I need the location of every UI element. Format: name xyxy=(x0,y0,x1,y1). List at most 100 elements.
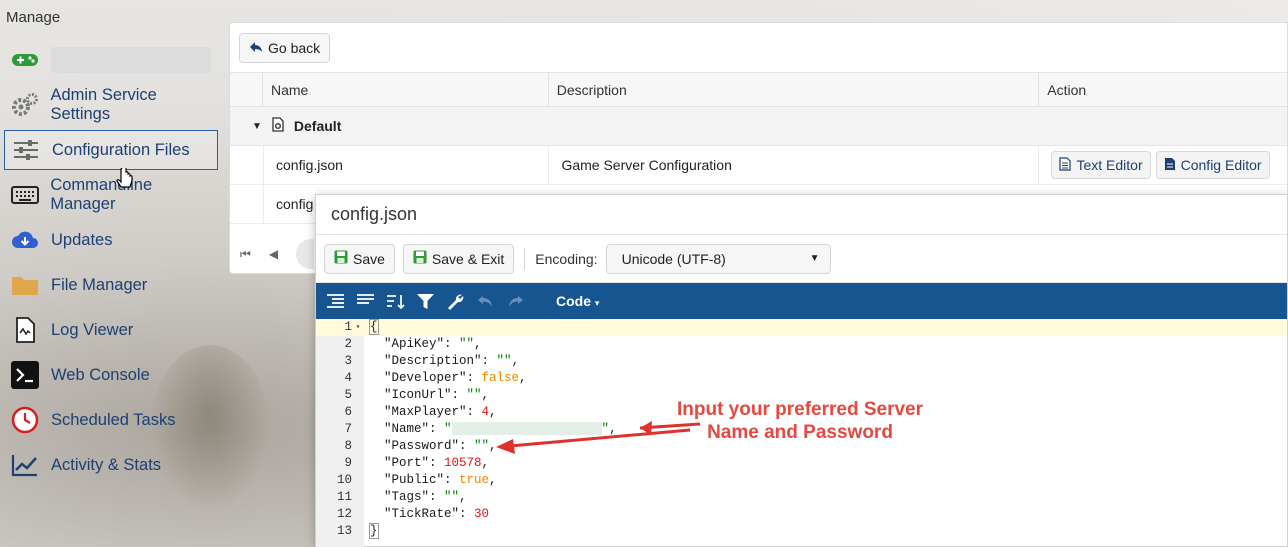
code-line[interactable]: 13} xyxy=(316,523,1287,540)
code-token: , xyxy=(609,422,617,436)
sidebar-item-admin-service-settings[interactable]: Admin Service Settings xyxy=(4,85,218,125)
text-editor-button[interactable]: Text Editor xyxy=(1051,151,1151,179)
code-token: : xyxy=(459,507,475,521)
go-back-button[interactable]: Go back xyxy=(239,32,331,63)
redo-icon[interactable] xyxy=(506,292,525,311)
group-row-default[interactable]: ▼ Default xyxy=(230,107,1287,146)
first-page-icon[interactable]: ⏮ xyxy=(240,247,251,262)
code-token: "MaxPlayer" xyxy=(384,405,467,419)
code-token: , xyxy=(474,337,482,351)
sidebar-item-file-manager[interactable]: File Manager xyxy=(4,265,218,305)
column-header-description[interactable]: Description xyxy=(547,73,1039,106)
sidebar-item-web-console[interactable]: Web Console xyxy=(4,355,218,395)
sidebar-item-label: Log Viewer xyxy=(51,320,134,339)
code-token: 4 xyxy=(481,405,490,419)
save-button[interactable]: Save xyxy=(324,243,395,274)
line-number: 5 xyxy=(344,388,352,402)
code-token: true xyxy=(459,473,490,487)
sliders-icon xyxy=(11,137,41,163)
encoding-select[interactable]: Unicode (UTF-8) ▼ xyxy=(605,243,831,274)
line-number: 10 xyxy=(336,473,352,487)
page-number-pill[interactable] xyxy=(296,239,315,269)
redacted-server-name xyxy=(451,422,602,436)
sidebar-item-label: Scheduled Tasks xyxy=(51,410,176,429)
code-toolbar: Code ▾ xyxy=(316,283,1287,319)
code-token: "TickRate" xyxy=(384,507,460,521)
code-line[interactable]: 2 "ApiKey": "", xyxy=(316,336,1287,353)
sidebar-item-updates[interactable]: Updates xyxy=(4,220,218,260)
code-line[interactable]: 9 "Port": 10578, xyxy=(316,455,1287,472)
code-token: "" xyxy=(444,490,460,504)
code-line[interactable]: 3 "Description": "", xyxy=(316,353,1287,370)
line-number: 12 xyxy=(336,507,352,521)
line-number: 11 xyxy=(336,490,352,504)
text-file-icon xyxy=(1059,156,1072,174)
save-icon xyxy=(413,250,427,267)
save-and-exit-button[interactable]: Save & Exit xyxy=(402,243,515,274)
sidebar-item-commandline-manager[interactable]: Commandline Manager xyxy=(4,175,218,215)
annotation-line-2: Name and Password xyxy=(707,422,893,443)
prev-page-icon[interactable]: ◀ xyxy=(269,247,278,261)
line-number: 6 xyxy=(344,405,352,419)
code-mode-label: Code xyxy=(556,293,591,309)
config-editor-button[interactable]: Config Editor xyxy=(1155,151,1270,179)
column-header-name[interactable]: Name xyxy=(261,73,548,106)
line-number: 1 xyxy=(344,320,352,334)
annotation-line-1: Input your preferred Server xyxy=(676,399,924,420)
sidebar-item-label: Commandline Manager xyxy=(50,176,153,213)
code-text: "Description": "", xyxy=(364,353,519,370)
code-line[interactable]: 10 "Public": true, xyxy=(316,472,1287,489)
code-token: } xyxy=(369,523,379,539)
code-token: 10578 xyxy=(444,456,482,470)
code-mode-menu[interactable]: Code ▾ xyxy=(556,293,599,309)
code-line[interactable]: 1 ▾ { xyxy=(316,319,1287,336)
code-line[interactable]: 12 "TickRate": 30 xyxy=(316,506,1287,523)
code-token: { xyxy=(369,319,379,335)
code-token: , xyxy=(459,490,467,504)
code-token: : xyxy=(429,422,445,436)
code-line[interactable]: 11 "Tags": "", xyxy=(316,489,1287,506)
grid-header-spacer xyxy=(230,73,262,106)
line-number: 8 xyxy=(344,439,352,453)
collapse-caret-icon[interactable]: ▼ xyxy=(252,121,262,132)
sidebar-item-activity-stats[interactable]: Activity & Stats xyxy=(4,445,218,485)
sidebar-item-label: Web Console xyxy=(51,365,150,384)
filter-icon[interactable] xyxy=(416,292,435,311)
sidebar-item-scheduled-tasks[interactable]: Scheduled Tasks xyxy=(4,400,218,440)
compact-icon[interactable] xyxy=(356,292,375,311)
code-text: "Developer": false, xyxy=(364,370,527,387)
sidebar-item-log-viewer[interactable]: Log Viewer xyxy=(4,310,218,350)
code-token: : xyxy=(459,439,475,453)
code-line[interactable]: 4 "Developer": false, xyxy=(316,370,1287,387)
line-number: 2 xyxy=(344,337,352,351)
repair-wrench-icon[interactable] xyxy=(446,292,465,311)
sidebar-item-configuration-files[interactable]: Configuration Files xyxy=(4,130,218,170)
sort-icon[interactable] xyxy=(386,292,405,311)
format-indent-icon[interactable] xyxy=(326,292,345,311)
code-token: "" xyxy=(496,354,512,368)
code-token: "" xyxy=(474,439,490,453)
code-token: "Public" xyxy=(384,473,445,487)
sidebar-item-instance[interactable] xyxy=(4,40,218,80)
annotation-callout: Input your preferred Server Name and Pas… xyxy=(640,398,960,444)
code-text: { xyxy=(364,319,379,336)
code-token: "ApiKey" xyxy=(384,337,445,351)
code-text: "Tags": "", xyxy=(364,489,467,506)
log-file-icon xyxy=(10,317,40,343)
code-text: "ApiKey": "", xyxy=(364,336,482,353)
code-text: "Port": 10578, xyxy=(364,455,489,472)
column-header-action[interactable]: Action xyxy=(1038,73,1287,106)
code-token: : xyxy=(466,371,482,385)
code-token: : xyxy=(429,456,445,470)
fold-toggle-icon[interactable]: ▾ xyxy=(352,319,364,336)
code-token: : xyxy=(444,337,460,351)
config-editor-label: Config Editor xyxy=(1180,157,1262,173)
undo-icon[interactable] xyxy=(476,292,495,311)
dropdown-caret-icon: ▼ xyxy=(809,253,820,264)
